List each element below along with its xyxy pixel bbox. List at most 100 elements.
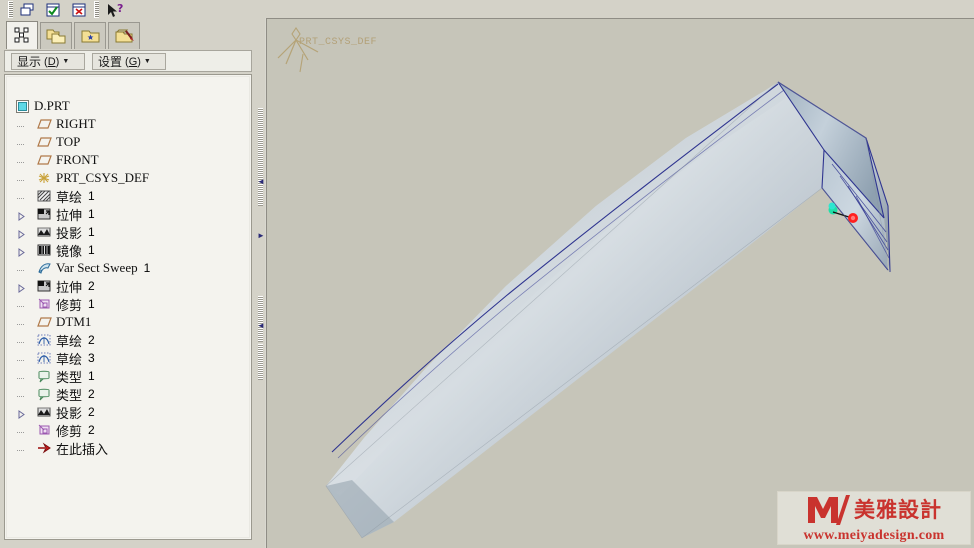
tree-item[interactable]: DTM1 <box>17 313 91 331</box>
tree-item[interactable]: 类型 2 <box>17 385 95 403</box>
tree-item-label: 修剪 <box>56 423 83 439</box>
expand-arrow-icon[interactable]: ► <box>257 232 265 241</box>
tree-item-label: Var Sect Sweep <box>56 260 138 275</box>
watermark: 美雅設計 www.meiyadesign.com <box>777 491 971 545</box>
tree-connector <box>17 264 26 273</box>
expand-triangle-icon[interactable] <box>17 246 26 257</box>
toolbar-grip-2[interactable] <box>94 1 99 18</box>
tree-item-number: 2 <box>88 387 95 401</box>
tab-model-tree[interactable] <box>6 21 38 49</box>
panel-splitter[interactable]: ◄ ► ◄ <box>256 0 265 548</box>
show-menu-button[interactable]: 显示 (D) ▼ <box>11 53 85 70</box>
tree-item-number: 1 <box>143 261 151 275</box>
tree-item-number: 1 <box>88 189 95 203</box>
toolbar-grip[interactable] <box>8 1 13 18</box>
splitter-grip-mid[interactable] <box>258 296 263 342</box>
chevron-down-icon: ▼ <box>143 58 151 65</box>
tree-root-item[interactable]: D.PRT <box>15 97 70 115</box>
collapse-arrow-icon-2[interactable]: ◄ <box>257 322 265 331</box>
datum-plane-icon <box>37 153 52 168</box>
tree-item[interactable]: Var Sect Sweep 1 <box>17 259 150 277</box>
expand-triangle-icon[interactable] <box>17 408 26 419</box>
sketch-curve-icon <box>37 333 52 348</box>
folders-icon <box>46 29 65 43</box>
tree-item[interactable]: 拉伸 2 <box>17 277 95 295</box>
tree-item[interactable]: PRT_CSYS_DEF <box>17 169 149 187</box>
watermark-url: www.meiyadesign.com <box>803 528 945 543</box>
surface-icon <box>37 387 52 402</box>
chevron-down-icon: ▼ <box>62 58 70 65</box>
tree-connector <box>17 120 26 129</box>
accept-check-icon[interactable] <box>42 2 64 19</box>
sweep-icon <box>37 261 52 276</box>
context-help-icon[interactable]: ? <box>104 2 130 19</box>
tab-folder-browser[interactable] <box>40 22 72 49</box>
csys-triad-icon <box>277 27 319 73</box>
folder-star-icon <box>81 30 99 42</box>
tab-favorites[interactable] <box>74 22 106 49</box>
tree-item-label: 类型 <box>56 369 83 385</box>
expand-triangle-icon[interactable] <box>17 282 26 293</box>
settings-menu-button[interactable]: 设置 (G) ▼ <box>92 53 166 70</box>
tree-item-label: 拉伸 <box>56 207 83 223</box>
restore-window-icon[interactable] <box>16 2 38 19</box>
settings-menu-accel: G <box>128 55 138 68</box>
tree-item[interactable]: 镜像 1 <box>17 241 95 259</box>
tree-item[interactable]: 草绘 3 <box>17 349 95 367</box>
insert-here-icon <box>37 441 52 456</box>
tree-item[interactable]: 投影 2 <box>17 403 95 421</box>
tab-connections[interactable] <box>108 22 140 49</box>
project-icon <box>37 225 52 240</box>
csys-icon <box>37 171 52 186</box>
tree-connector <box>17 336 26 345</box>
model-tree-inner: D.PRT RIGHT TOP FRONT PRT_CSYS_DEF 草绘 1 拉伸 1 投影 1… <box>6 76 250 538</box>
graphics-viewport[interactable]: PRT_CSYS_DEF 美雅設計 www.meiyadesign.com <box>266 18 974 548</box>
tree-item[interactable]: 修剪 2 <box>17 421 95 439</box>
tree-item-number: 1 <box>88 297 95 311</box>
tree-connector <box>17 300 26 309</box>
svg-text:?: ? <box>117 3 123 15</box>
tree-item[interactable]: 投影 1 <box>17 223 95 241</box>
cancel-x-icon[interactable] <box>68 2 90 19</box>
tree-connector <box>17 390 26 399</box>
expand-triangle-icon[interactable] <box>17 228 26 239</box>
left-panel: ? 显示 (D) ▼ 设置 (G) ▼ D.PRT RIGHT TOP FRON… <box>0 0 256 548</box>
tree-item-number: 2 <box>88 423 95 437</box>
tree-item[interactable]: 草绘 1 <box>17 187 95 205</box>
mirror-icon <box>37 243 52 258</box>
tree-item-number: 2 <box>88 405 95 419</box>
tree-item-label: RIGHT <box>56 116 96 131</box>
tree-item[interactable]: 拉伸 1 <box>17 205 95 223</box>
splitter-grip-bottom[interactable] <box>258 344 263 380</box>
tree-item-number: 1 <box>88 369 95 383</box>
app-window: ? 显示 (D) ▼ 设置 (G) ▼ D.PRT RIGHT TOP FRON… <box>0 0 974 548</box>
tree-item-label: 类型 <box>56 387 83 403</box>
model-tree[interactable]: D.PRT RIGHT TOP FRONT PRT_CSYS_DEF 草绘 1 拉伸 1 投影 1… <box>4 74 252 540</box>
tree-item[interactable]: RIGHT <box>17 115 96 133</box>
tree-item-label: 投影 <box>56 225 83 241</box>
tree-connector <box>17 174 26 183</box>
settings-menu-label: 设置 <box>98 54 123 69</box>
tree-item[interactable]: 草绘 2 <box>17 331 95 349</box>
tree-item-label: 镜像 <box>56 243 83 259</box>
expand-triangle-icon[interactable] <box>17 210 26 221</box>
tree-connector <box>17 156 26 165</box>
tree-connector <box>17 426 26 435</box>
trim-icon <box>37 297 52 312</box>
tree-connector <box>17 354 26 363</box>
csys-label: PRT_CSYS_DEF <box>299 37 378 48</box>
splitter-grip-top[interactable] <box>258 108 263 206</box>
collapse-arrow-icon[interactable]: ◄ <box>257 178 265 187</box>
top-strip <box>256 0 974 18</box>
tree-item[interactable]: FRONT <box>17 151 99 169</box>
model-body-main <box>326 82 824 538</box>
tree-item[interactable]: 修剪 1 <box>17 295 95 313</box>
model-tree-icon <box>14 27 28 43</box>
tree-item-label: 修剪 <box>56 297 83 313</box>
tree-item[interactable]: 在此插入 <box>17 439 108 457</box>
trim-icon <box>37 423 52 438</box>
tree-item[interactable]: TOP <box>17 133 80 151</box>
datum-plane-icon <box>37 117 52 132</box>
tree-item-number: 2 <box>88 333 95 347</box>
tree-item[interactable]: 类型 1 <box>17 367 95 385</box>
